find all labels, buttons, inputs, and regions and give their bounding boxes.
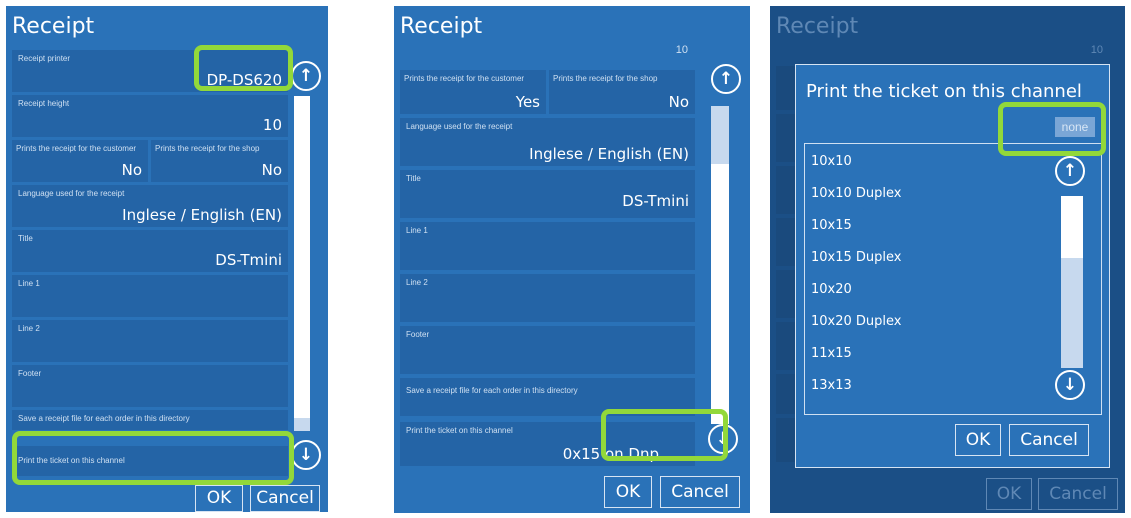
field-label: Footer bbox=[406, 330, 430, 339]
dim-field bbox=[776, 270, 796, 318]
highlight-channel-value bbox=[601, 409, 728, 461]
field-label: Prints the receipt for the shop bbox=[553, 74, 658, 83]
field-label: Language used for the receipt bbox=[406, 122, 513, 131]
field-label: Line 2 bbox=[406, 278, 428, 287]
dimmed-ok-button: OK bbox=[986, 478, 1032, 510]
field-label: Footer bbox=[18, 369, 42, 378]
channel-options-list: 10x10 10x10 Duplex 10x15 10x15 Duplex 10… bbox=[804, 143, 1102, 415]
field-value: Yes bbox=[515, 93, 540, 111]
list-item[interactable]: 10x10 Duplex bbox=[811, 186, 902, 201]
field-label: Prints the receipt for the customer bbox=[16, 144, 137, 153]
highlight-selected-value bbox=[998, 102, 1106, 156]
ok-button[interactable]: OK bbox=[195, 485, 243, 512]
field-value: Inglese / English (EN) bbox=[122, 206, 282, 224]
field-label: Line 1 bbox=[406, 226, 428, 235]
list-item[interactable]: 10x20 Duplex bbox=[811, 314, 902, 329]
list-item[interactable]: 10x15 bbox=[811, 218, 852, 233]
field-label: Receipt printer bbox=[18, 54, 71, 63]
highlight-printer bbox=[194, 45, 293, 91]
list-item[interactable]: 10x15 Duplex bbox=[811, 250, 902, 265]
cancel-button[interactable]: Cancel bbox=[250, 485, 320, 512]
ok-button[interactable]: OK bbox=[604, 476, 652, 508]
field-value: No bbox=[261, 161, 282, 179]
save-directory-field[interactable]: Save a receipt file for each order in th… bbox=[12, 410, 288, 430]
line2-field[interactable]: Line 2 bbox=[400, 274, 695, 322]
field-label: Save a receipt file for each order in th… bbox=[18, 414, 190, 423]
field-label: Receipt height bbox=[18, 99, 70, 108]
scrollbar-track[interactable] bbox=[294, 96, 310, 431]
dim-field bbox=[776, 374, 796, 414]
dimmed-cancel-button: Cancel bbox=[1038, 478, 1118, 510]
list-item[interactable]: 11x15 bbox=[811, 346, 852, 361]
field-value: 10 bbox=[262, 116, 282, 134]
receipt-height-field[interactable]: Receipt height 10 bbox=[12, 95, 288, 137]
ok-button[interactable]: OK bbox=[955, 424, 1001, 456]
scrollbar-thumb[interactable] bbox=[1061, 196, 1083, 258]
arrow-up-circle-icon[interactable]: ↑ bbox=[291, 61, 321, 91]
field-label: Print the ticket on this channel bbox=[406, 426, 513, 435]
field-label: Title bbox=[18, 234, 33, 243]
language-field[interactable]: Language used for the receipt Inglese / … bbox=[12, 185, 288, 227]
dim-field bbox=[776, 166, 796, 214]
partial-height-value: 10 bbox=[675, 44, 688, 56]
list-item[interactable]: 10x20 bbox=[811, 282, 852, 297]
arrow-up-circle-icon[interactable]: ↑ bbox=[1055, 156, 1085, 186]
field-value: No bbox=[121, 161, 142, 179]
list-item[interactable]: 13x13 bbox=[811, 378, 852, 393]
scrollbar-thumb[interactable] bbox=[294, 418, 310, 431]
field-label: Prints the receipt for the customer bbox=[404, 74, 525, 83]
language-field[interactable]: Language used for the receipt Inglese / … bbox=[400, 118, 695, 166]
dim-field bbox=[776, 114, 796, 162]
dim-field bbox=[776, 418, 796, 462]
print-shop-field[interactable]: Prints the receipt for the shop No bbox=[151, 140, 288, 182]
arrow-down-circle-icon[interactable]: ↓ bbox=[1055, 370, 1085, 400]
partial-height-value: 10 bbox=[1090, 44, 1103, 56]
arrow-up-circle-icon[interactable]: ↑ bbox=[711, 64, 741, 94]
field-value: No bbox=[668, 93, 689, 111]
dim-field bbox=[776, 66, 796, 110]
field-value: DS-Tmini bbox=[215, 251, 282, 269]
panel-title: Receipt bbox=[400, 14, 483, 39]
scrollbar-thumb[interactable] bbox=[711, 106, 729, 164]
line1-field[interactable]: Line 1 bbox=[400, 222, 695, 270]
footer-field[interactable]: Footer bbox=[400, 326, 695, 374]
field-label: Line 1 bbox=[18, 279, 40, 288]
title-field[interactable]: Title DS-Tmini bbox=[400, 170, 695, 218]
field-label: Language used for the receipt bbox=[18, 189, 125, 198]
field-label: Title bbox=[406, 174, 421, 183]
print-customer-field[interactable]: Prints the receipt for the customer Yes bbox=[400, 70, 546, 114]
line1-field[interactable]: Line 1 bbox=[12, 275, 288, 317]
field-label: Save a receipt file for each order in th… bbox=[406, 386, 578, 395]
panel-title: Receipt bbox=[776, 14, 859, 39]
footer-field[interactable]: Footer bbox=[12, 365, 288, 407]
title-field[interactable]: Title DS-Tmini bbox=[12, 230, 288, 272]
cancel-button[interactable]: Cancel bbox=[1009, 424, 1089, 456]
field-label: Line 2 bbox=[18, 324, 40, 333]
field-value: Inglese / English (EN) bbox=[529, 145, 689, 163]
dialog-title: Print the ticket on this channel bbox=[806, 81, 1082, 102]
print-customer-field[interactable]: Prints the receipt for the customer No bbox=[12, 140, 148, 182]
right-receipt-panel: Receipt 10 OK Cancel Print the ticket on… bbox=[770, 6, 1125, 513]
field-value: DS-Tmini bbox=[622, 192, 689, 210]
print-shop-field[interactable]: Prints the receipt for the shop No bbox=[549, 70, 695, 114]
dim-field bbox=[776, 322, 796, 370]
dim-field bbox=[776, 218, 796, 266]
field-label: Prints the receipt for the shop bbox=[155, 144, 260, 153]
arrow-down-circle-icon[interactable]: ↓ bbox=[291, 440, 321, 470]
highlight-channel bbox=[12, 431, 294, 485]
line2-field[interactable]: Line 2 bbox=[12, 320, 288, 362]
list-item[interactable]: 10x10 bbox=[811, 154, 852, 169]
panel-title: Receipt bbox=[12, 14, 95, 39]
cancel-button[interactable]: Cancel bbox=[660, 476, 740, 508]
